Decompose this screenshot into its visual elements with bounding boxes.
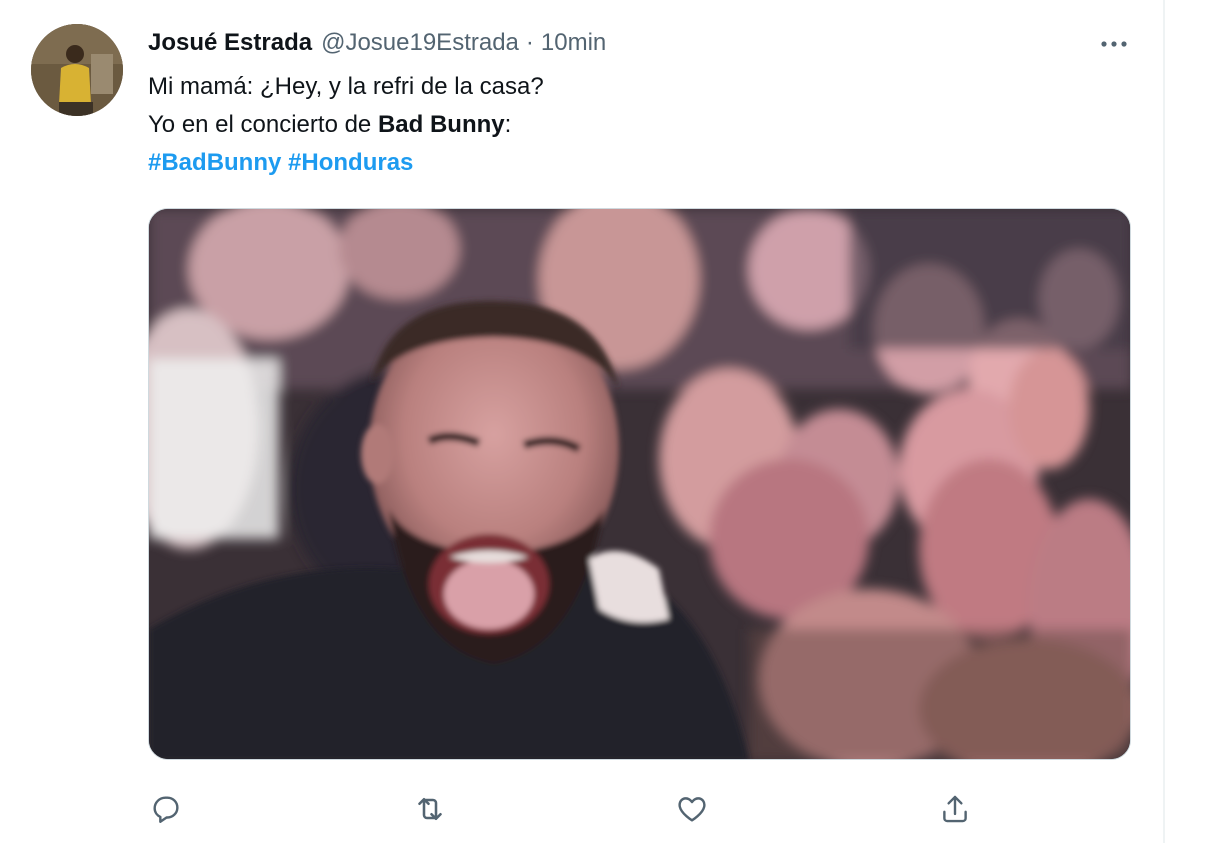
avatar[interactable]	[31, 24, 123, 116]
retweet-button[interactable]	[410, 789, 450, 829]
share-icon	[943, 795, 967, 823]
reply-icon	[153, 796, 179, 823]
tweet-hashtags: #BadBunny #Honduras	[148, 144, 544, 182]
tweet-actions	[0, 783, 1163, 831]
author-handle[interactable]: @Josue19Estrada	[321, 29, 519, 57]
text-suffix: :	[504, 111, 512, 138]
hashtag-link[interactable]: #Honduras	[288, 149, 413, 176]
column-divider	[1163, 0, 1165, 843]
tweet-text-line-1: Mi mamá: ¿Hey, y la refri de la casa?	[148, 73, 544, 100]
tweet-header: Josué Estrada @Josue19Estrada · 10min	[148, 28, 606, 58]
tweet-text: Mi mamá: ¿Hey, y la refri de la casa? Yo…	[148, 68, 544, 182]
more-horizontal-icon	[1101, 41, 1127, 47]
like-button[interactable]	[672, 789, 712, 829]
share-button[interactable]	[935, 789, 975, 829]
text-bold-artist: Bad Bunny	[377, 111, 505, 138]
timestamp[interactable]: 10min	[541, 29, 606, 57]
tweet-media-gif[interactable]	[148, 208, 1131, 760]
retweet-icon	[418, 797, 442, 821]
text-prefix: Yo en el concierto de	[148, 111, 378, 138]
more-options-button[interactable]	[1096, 30, 1132, 58]
author-name[interactable]: Josué Estrada	[148, 29, 312, 57]
tweet-card[interactable]: Josué Estrada @Josue19Estrada · 10min Mi…	[0, 0, 1163, 843]
reply-button[interactable]	[146, 789, 186, 829]
tweet-text-line-2: Yo en el concierto de Bad Bunny:	[148, 106, 544, 144]
hashtag-link[interactable]: #BadBunny	[148, 149, 281, 176]
heart-icon	[678, 797, 706, 822]
separator-dot: ·	[525, 29, 534, 56]
